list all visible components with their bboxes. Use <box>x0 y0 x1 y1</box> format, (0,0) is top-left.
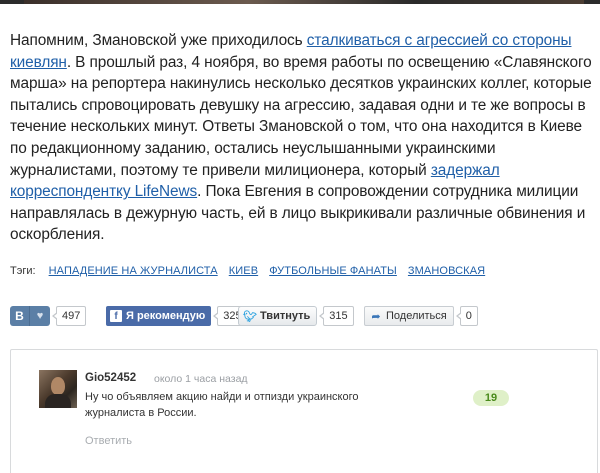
facebook-icon: f <box>110 310 122 322</box>
article-text-1: Напомним, Змановской уже приходилось <box>10 32 307 49</box>
reply-link[interactable]: Ответить <box>85 435 132 447</box>
avatar-face <box>51 377 65 395</box>
tags-row: Тэги: НАПАДЕНИЕ НА ЖУРНАЛИСТА КИЕВ ФУТБО… <box>10 264 596 278</box>
twitter-share-group: 🐦︎ Твитнуть 315 <box>238 306 354 326</box>
article-text-2: . В прошлый раз, 4 ноября, во время рабо… <box>10 53 592 179</box>
header-image-strip <box>0 0 600 4</box>
tweet-button[interactable]: 🐦︎ Твитнуть <box>238 306 318 326</box>
heart-icon: ♥ <box>36 310 44 322</box>
article-paragraph: Напомним, Змановской уже приходилось ста… <box>10 30 596 246</box>
avatar-body <box>45 394 71 408</box>
vk-counter: 497 <box>51 306 87 326</box>
generic-share-group: ➦ Поделиться 0 <box>364 306 478 326</box>
comment-author[interactable]: Gio52452 <box>85 372 136 384</box>
fb-share-group: f Я рекомендую 325 <box>106 306 248 326</box>
share-counter: 0 <box>455 306 478 326</box>
tag-link[interactable]: НАПАДЕНИЕ НА ЖУРНАЛИСТА <box>49 265 218 277</box>
comments-section: Gio52452 около 1 часа назад Ну чо объявл… <box>10 349 598 473</box>
share-icon: ➦ <box>371 310 381 323</box>
comment-text: Ну чо объявляем акцию найди и отпизди ук… <box>85 391 359 419</box>
twitter-counter: 315 <box>319 306 354 326</box>
tags-label: Тэги: <box>10 265 36 277</box>
fb-recommend-label: Я рекомендую <box>126 310 206 322</box>
avatar[interactable] <box>39 370 77 408</box>
comment-timestamp: около 1 часа назад <box>154 373 248 385</box>
tag-link[interactable]: ФУТБОЛЬНЫЕ ФАНАТЫ <box>269 265 397 277</box>
header-image <box>24 0 584 4</box>
comment-rating-badge[interactable]: 19 <box>473 390 509 406</box>
tweet-label: Твитнуть <box>260 310 311 322</box>
twitter-bird-icon: 🐦︎ <box>243 310 257 323</box>
tag-link[interactable]: ЗМАНОВСКАЯ <box>408 265 485 277</box>
share-bar: В ♥ 497 f Я рекомендую 325 🐦︎ Твитнуть 3… <box>10 306 596 328</box>
vk-share-group: В ♥ 497 <box>10 306 87 326</box>
share-button[interactable]: ➦ Поделиться <box>364 306 454 326</box>
tag-link[interactable]: КИЕВ <box>229 265 258 277</box>
share-label: Поделиться <box>386 310 447 322</box>
fb-recommend-button[interactable]: f Я рекомендую <box>106 306 212 326</box>
vk-like-button[interactable]: В ♥ <box>10 306 50 326</box>
vk-icon: В <box>10 306 30 326</box>
